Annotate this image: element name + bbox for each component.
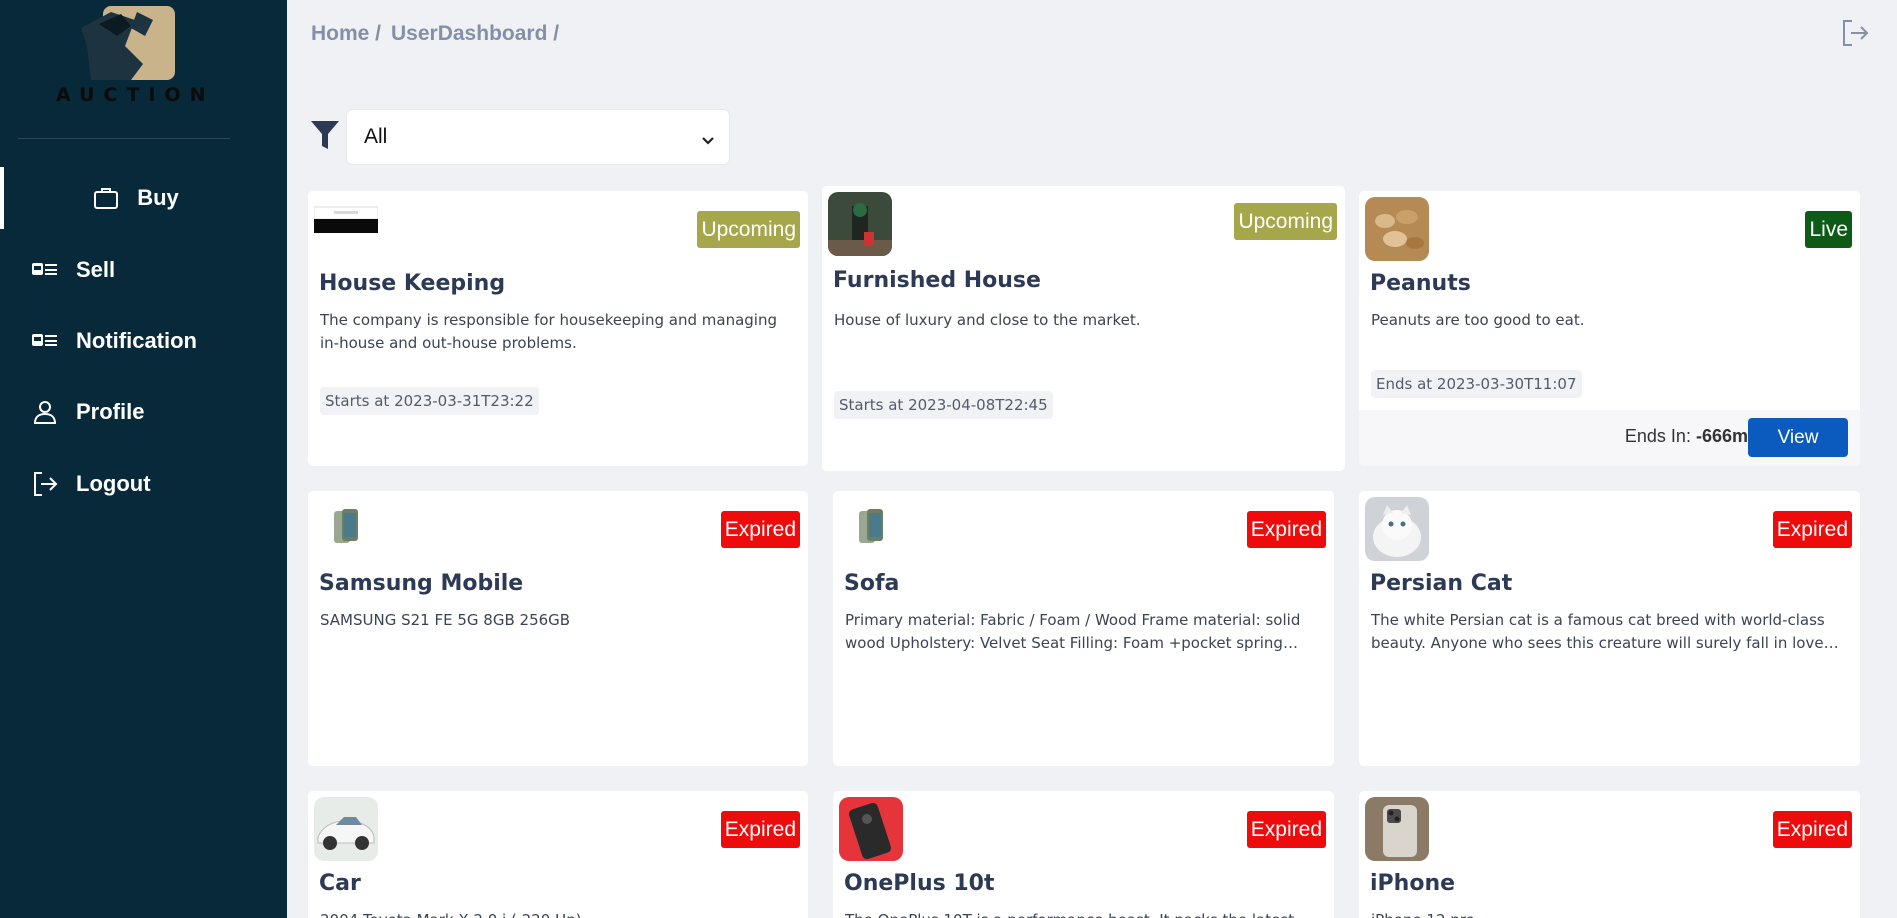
status-filter-select[interactable]: All	[346, 109, 730, 165]
item-title: Furnished House	[833, 268, 1041, 293]
sidebar-item-label: Profile	[76, 399, 145, 424]
breadcrumb-user-dashboard[interactable]: UserDashboard /	[391, 22, 559, 46]
item-thumbnail	[314, 197, 378, 261]
logout-icon	[31, 470, 59, 498]
item-thumbnail	[1365, 197, 1429, 261]
auction-card[interactable]: Expired OnePlus 10t The OnePlus 10T is a…	[833, 791, 1334, 918]
item-description: The OnePlus 10T is a performance beast. …	[845, 909, 1314, 918]
item-description: SAMSUNG S21 FE 5G 8GB 256GB	[320, 611, 571, 629]
status-badge: Expired	[720, 811, 800, 848]
sidebar-item-label: Notification	[76, 328, 197, 353]
item-title: Car	[319, 871, 361, 896]
auction-card[interactable]: Expired iPhone iPhone 12 pro	[1359, 791, 1860, 918]
auction-card[interactable]: Live Peanuts Peanuts are too good to eat…	[1359, 191, 1860, 466]
status-badge: Expired	[1246, 811, 1326, 848]
sidebar-item-notification[interactable]: Notification	[0, 310, 287, 372]
item-title: Persian Cat	[1370, 571, 1513, 596]
status-badge: Live	[1805, 211, 1852, 248]
auction-logo[interactable]: AUCTION	[50, 6, 215, 114]
item-thumbnail	[314, 497, 378, 561]
breadcrumb-home[interactable]: Home /	[311, 22, 381, 46]
start-time: Starts at 2023-03-31T23:22	[320, 387, 539, 415]
auction-card[interactable]: Expired Sofa Primary material: Fabric / …	[833, 491, 1334, 766]
item-description: House of luxury and close to the market.	[834, 311, 1141, 329]
logout-icon[interactable]	[1840, 18, 1870, 48]
item-thumbnail	[314, 797, 378, 861]
view-button[interactable]: View	[1748, 418, 1848, 457]
logo-text: AUCTION	[56, 84, 215, 106]
gavel-logo-icon	[80, 6, 175, 80]
item-title: Sofa	[844, 571, 900, 596]
sidebar-item-sell[interactable]: Sell	[0, 239, 287, 301]
card-footer: Ends In: -666m View	[1359, 410, 1860, 466]
item-description: Peanuts are too good to eat.	[1371, 311, 1585, 329]
sidebar-item-label: Logout	[76, 471, 151, 496]
id-card-icon	[31, 327, 59, 355]
item-title: Peanuts	[1370, 271, 1471, 296]
status-badge: Upcoming	[697, 211, 800, 248]
sidebar-item-label: Buy	[137, 185, 179, 210]
item-thumbnail	[839, 497, 903, 561]
chevron-down-icon	[701, 130, 715, 145]
auction-card[interactable]: Expired Persian Cat The white Persian ca…	[1359, 491, 1860, 766]
item-description: iPhone 12 pro	[1371, 909, 1840, 918]
breadcrumb: Home / UserDashboard /	[311, 22, 559, 46]
auction-card[interactable]: Upcoming House Keeping The company is re…	[308, 191, 808, 466]
status-badge: Expired	[1246, 511, 1326, 548]
status-badge: Expired	[1772, 811, 1852, 848]
status-badge: Expired	[1772, 511, 1852, 548]
auction-card[interactable]: Expired Car 2004 Toyota Mark X 2.0 i ( 2…	[308, 791, 808, 918]
sidebar: AUCTION Buy Sell Notification Profile Lo…	[0, 0, 287, 918]
item-description: Primary material: Fabric / Foam / Wood F…	[845, 611, 1301, 652]
item-thumbnail	[1365, 497, 1429, 561]
item-thumbnail	[839, 797, 903, 861]
item-title: iPhone	[1370, 871, 1456, 896]
auction-card[interactable]: Expired Samsung Mobile SAMSUNG S21 FE 5G…	[308, 491, 808, 766]
status-badge: Upcoming	[1234, 203, 1337, 240]
item-title: House Keeping	[319, 271, 506, 296]
item-thumbnail	[828, 192, 892, 256]
auction-card[interactable]: Upcoming Furnished House House of luxury…	[822, 186, 1345, 471]
sidebar-item-label: Sell	[76, 257, 116, 282]
sidebar-divider	[18, 138, 230, 139]
sidebar-item-logout[interactable]: Logout	[0, 453, 287, 515]
user-icon	[31, 398, 59, 426]
end-time: Ends at 2023-03-30T11:07	[1371, 370, 1582, 398]
item-description: The white Persian cat is a famous cat br…	[1371, 611, 1825, 652]
item-title: OnePlus 10t	[844, 871, 995, 896]
status-badge: Expired	[720, 511, 800, 548]
briefcase-icon	[92, 184, 120, 212]
filter-selected-value: All	[364, 125, 388, 148]
filter-icon	[311, 121, 339, 151]
sidebar-item-profile[interactable]: Profile	[0, 381, 287, 443]
sidebar-item-buy[interactable]: Buy	[0, 167, 287, 229]
ends-in-countdown: Ends In: -666m	[1624, 426, 1748, 446]
item-description: The company is responsible for housekeep…	[320, 311, 778, 352]
item-description: 2004 Toyota Mark X 2.0 i ( 220 Hp)	[320, 909, 788, 918]
item-thumbnail	[1365, 797, 1429, 861]
start-time: Starts at 2023-04-08T22:45	[834, 391, 1053, 419]
id-card-icon	[31, 256, 59, 284]
item-title: Samsung Mobile	[319, 571, 524, 596]
